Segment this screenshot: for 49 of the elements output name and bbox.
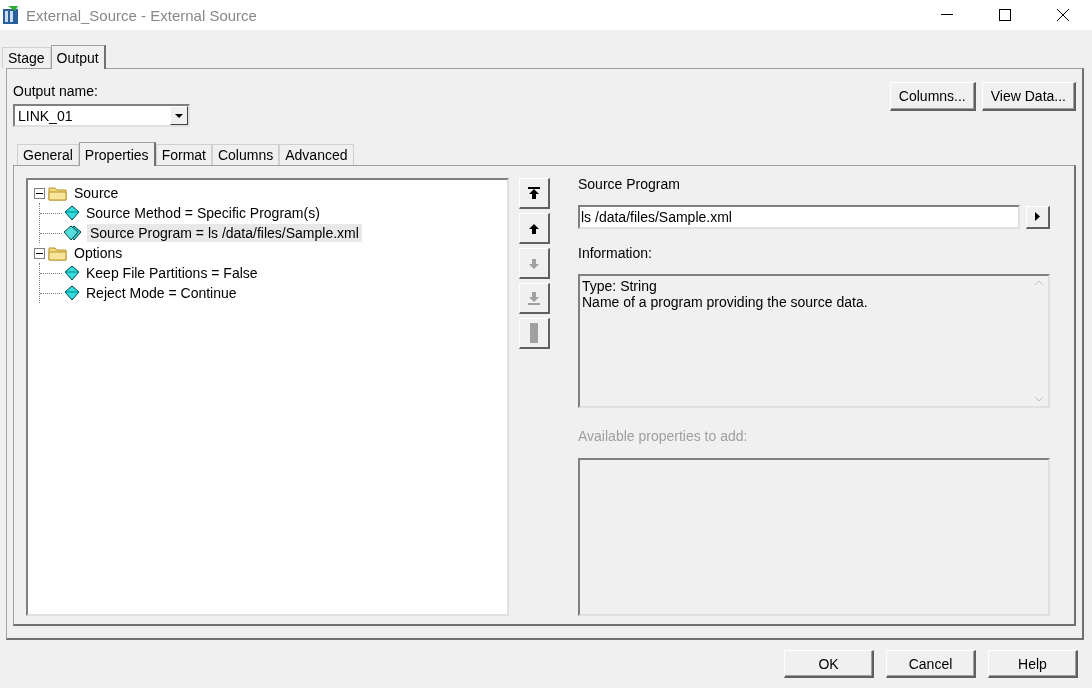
tree-item[interactable]: Source [71, 184, 122, 202]
field-label: Information: [578, 245, 653, 261]
tab[interactable]: General [17, 144, 79, 165]
tab[interactable]: Advanced [279, 144, 354, 165]
header-button[interactable]: View Data... [981, 82, 1076, 111]
app-icon [2, 5, 20, 25]
tree-item[interactable]: Source Program = ls /data/files/Sample.xml [87, 224, 362, 242]
output-name-dropdown[interactable]: LINK_01 [13, 104, 190, 127]
window-title: External_Source - External Source [26, 6, 258, 24]
tree-item[interactable]: Keep File Partitions = False [83, 264, 261, 282]
tree-item[interactable]: Options [71, 244, 126, 262]
expand-button[interactable] [1026, 205, 1050, 229]
stacked-diamonds-icon [64, 225, 84, 241]
info-text: Name of a program providing the source data. [582, 294, 869, 310]
info-text: Type: String [582, 278, 658, 294]
dialog-button[interactable]: Help [988, 650, 1078, 678]
collapse-icon[interactable] [34, 187, 45, 199]
header-button[interactable]: Columns... [889, 82, 976, 111]
tree-item[interactable]: Reject Mode = Continue [83, 284, 240, 302]
bar-icon [530, 323, 538, 343]
move-button[interactable] [519, 213, 550, 244]
arrow-up-icon [528, 221, 540, 235]
maximize-icon[interactable] [999, 9, 1011, 21]
folder-icon [48, 185, 68, 201]
field-label: Available properties to add: [578, 428, 749, 444]
folder-icon [48, 245, 68, 261]
collapse-icon[interactable] [34, 247, 45, 259]
field-label: Output name: [13, 83, 99, 99]
tree-item[interactable]: Source Method = Specific Program(s) [83, 204, 323, 222]
close-icon[interactable] [1057, 9, 1069, 21]
dialog-button[interactable]: OK [784, 650, 874, 678]
diamond-icon [64, 205, 80, 221]
play-arrow-icon [1035, 212, 1040, 221]
value-field[interactable]: ls /data/files/Sample.xml [578, 205, 1020, 229]
dropdown-caret-icon [175, 113, 183, 118]
tab[interactable]: Columns [211, 144, 280, 165]
move-top-icon [528, 186, 540, 200]
field-label: Source Program [578, 176, 681, 192]
tab[interactable]: Stage [2, 47, 51, 68]
tab[interactable]: Properties [78, 142, 156, 166]
diamond-icon [64, 265, 80, 281]
tab[interactable]: Output [50, 45, 106, 69]
move-bottom-icon [528, 291, 540, 305]
dialog-button[interactable]: Cancel [886, 650, 976, 678]
arrow-down-icon [528, 256, 540, 270]
diamond-icon [64, 285, 80, 301]
tab[interactable]: Format [155, 144, 212, 165]
minimize-icon[interactable] [941, 14, 953, 16]
move-button[interactable] [519, 178, 550, 209]
